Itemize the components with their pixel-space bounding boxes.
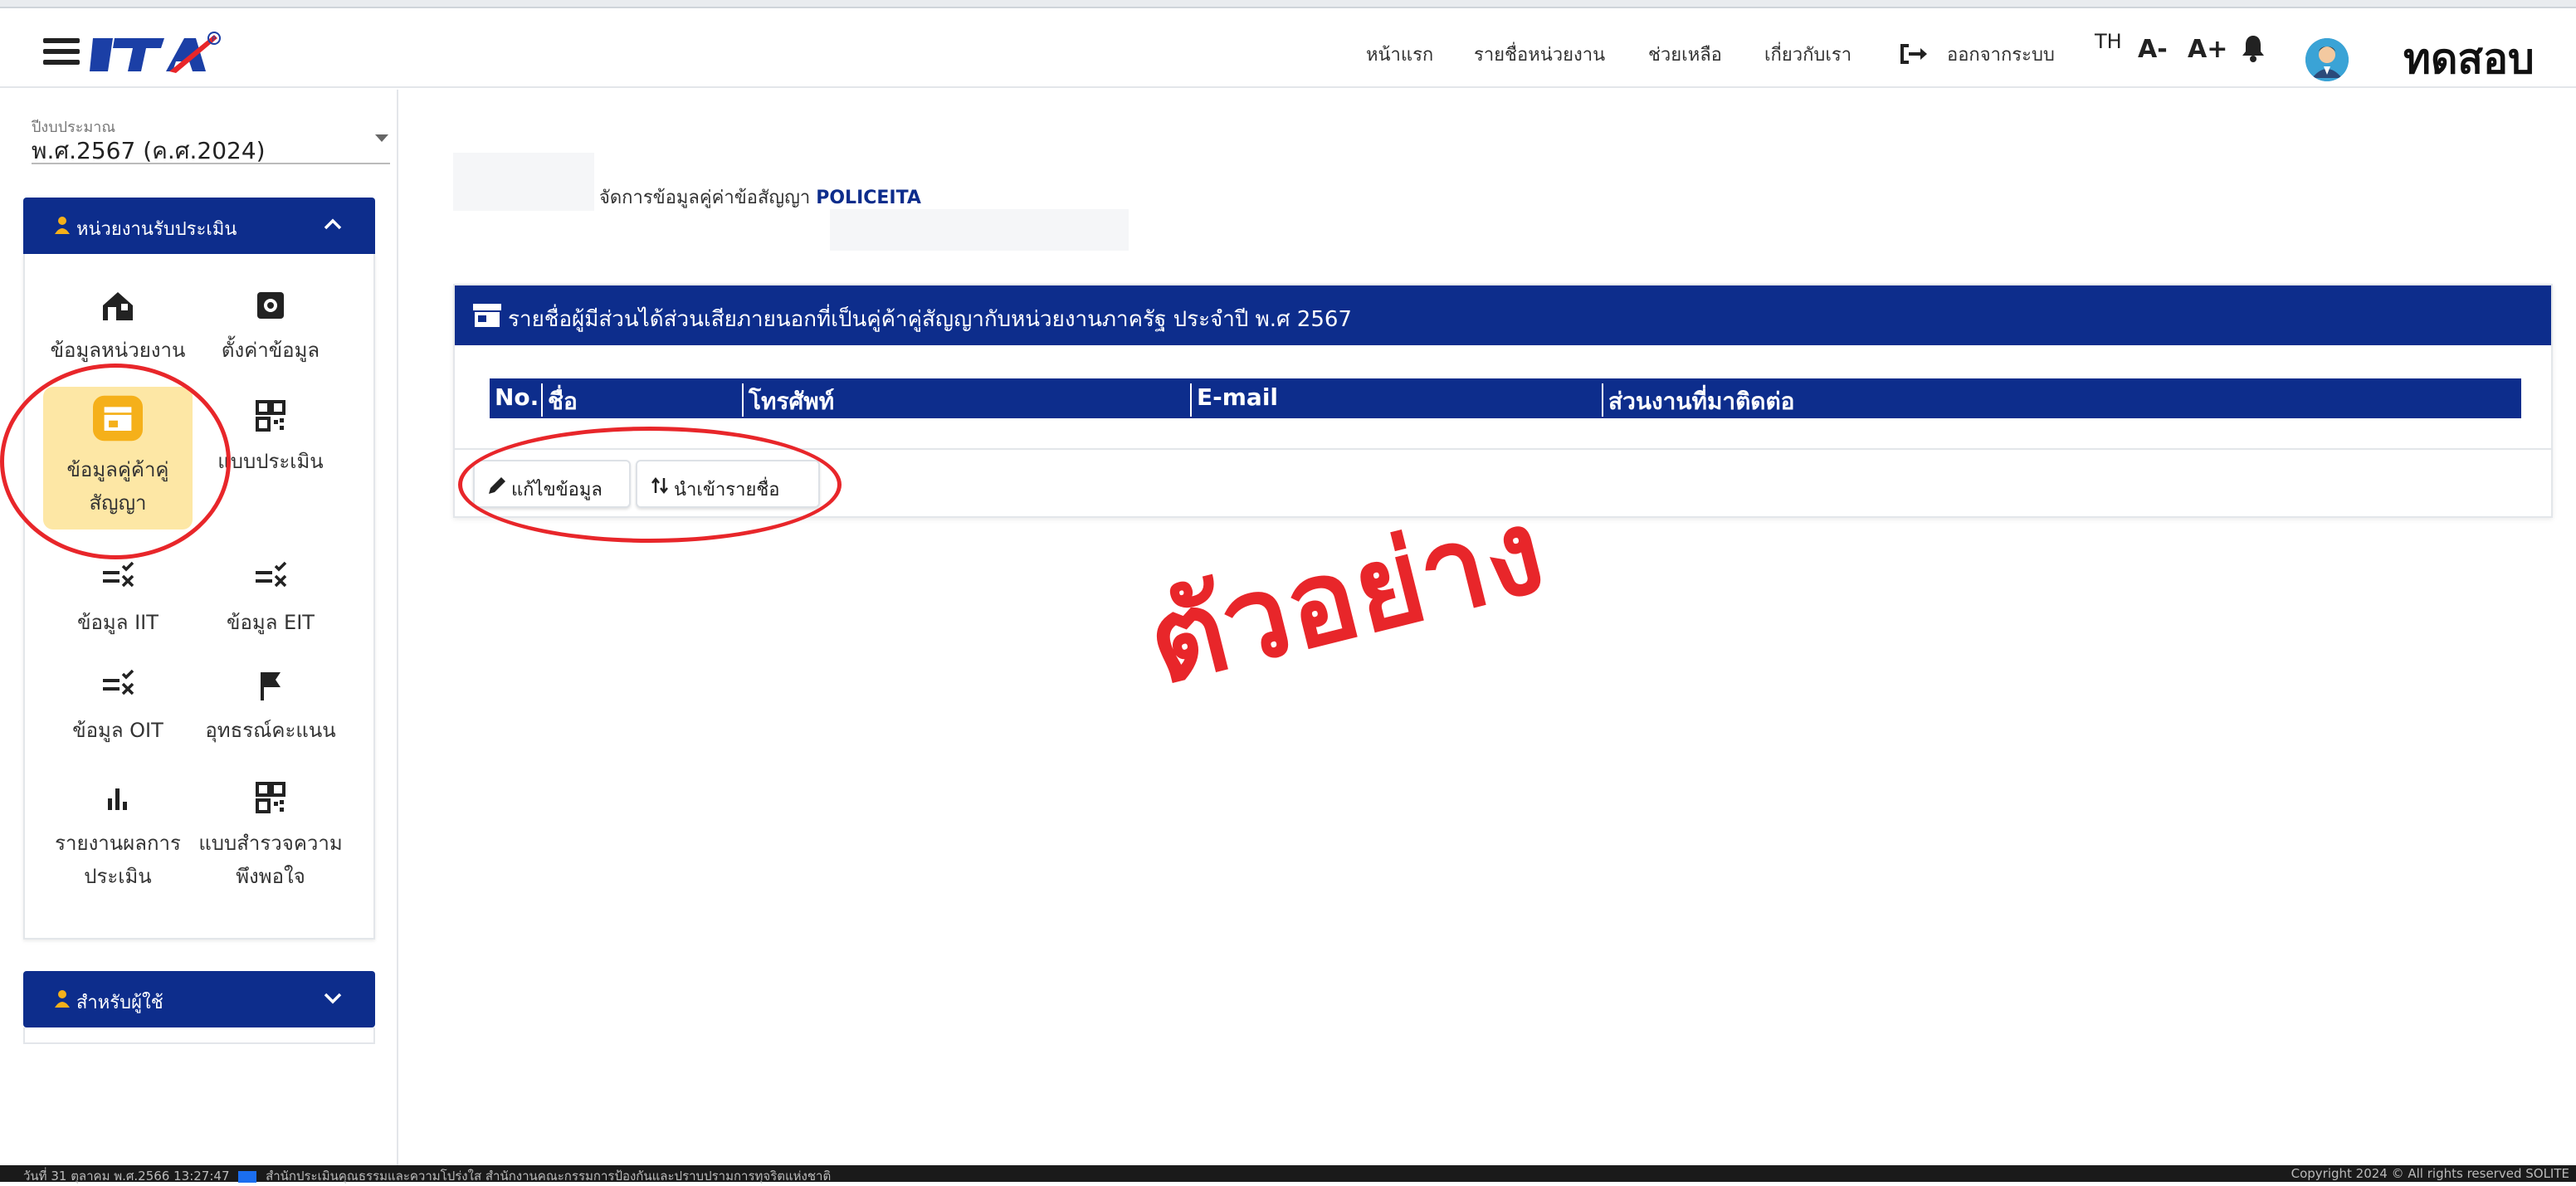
- app-header: P หน้าแรก รายชื่อหน่วยงาน ช่วยเหลือ เกี่…: [0, 8, 2576, 88]
- tile-satisfaction-survey[interactable]: แบบสำรวจความ พึงพอใจ: [196, 782, 345, 893]
- column-phone[interactable]: โทรศัพท์: [742, 383, 834, 417]
- breadcrumb-org[interactable]: POLICEITA: [816, 188, 921, 208]
- panel-assessed-agency-title: หน่วยงานรับประเมิน: [76, 219, 237, 240]
- qr-icon: [256, 400, 285, 432]
- tile-iit-data[interactable]: ข้อมูล IIT: [43, 561, 193, 639]
- nav-home[interactable]: หน้าแรก: [1366, 40, 1433, 69]
- font-increase-button[interactable]: A+: [2188, 35, 2227, 64]
- checklist-icon: [103, 669, 134, 695]
- annotation-circle-buttons: [458, 427, 842, 543]
- column-name[interactable]: ชื่อ: [541, 383, 578, 417]
- annotation-circle-sidebar: [0, 364, 231, 559]
- svg-text:P: P: [212, 36, 217, 44]
- panel-assessed-agency-header[interactable]: หน่วยงานรับประเมิน: [23, 198, 375, 254]
- user-icon: [55, 990, 70, 1008]
- caret-down-icon[interactable]: [375, 134, 388, 142]
- username[interactable]: ทดสอบ: [2403, 27, 2535, 92]
- top-border: [0, 0, 2576, 8]
- footer-copyright: Copyright 2024 © All rights reserved SOL…: [2291, 1166, 2569, 1181]
- language-switch[interactable]: TH: [2095, 30, 2122, 53]
- year-select-underline: [32, 163, 390, 164]
- breadcrumb-backdrop-2: [830, 209, 1129, 251]
- menu-icon[interactable]: [43, 38, 80, 65]
- home-icon: [103, 292, 133, 320]
- panel-user-title: สำหรับผู้ใช้: [76, 993, 163, 1013]
- checklist-icon: [103, 561, 134, 588]
- panel-user-body: [23, 1027, 375, 1044]
- chevron-down-icon[interactable]: [324, 991, 342, 1004]
- footer-left: วันที่ 31 ตุลาคม พ.ศ.2566 13:27:47 สำนัก…: [23, 1169, 832, 1184]
- card-title: รายชื่อผู้มีส่วนได้ส่วนเสียภายนอกที่เป็น…: [508, 307, 1352, 332]
- ita-logo[interactable]: P: [90, 30, 222, 76]
- card-header: รายชื่อผู้มีส่วนได้ส่วนเสียภายนอกที่เป็น…: [455, 286, 2551, 345]
- column-no[interactable]: No.: [490, 383, 539, 417]
- breadcrumb-prefix: จัดการข้อมูลคู่ค่าข้อสัญญา: [599, 188, 811, 208]
- panel-user-header[interactable]: สำหรับผู้ใช้: [23, 971, 375, 1027]
- tile-score-appeal[interactable]: อุทธรณ์คะแนน: [196, 669, 345, 747]
- breadcrumb: จัดการข้อมูลคู่ค่าข้อสัญญา POLICEITA: [599, 183, 921, 212]
- font-decrease-button[interactable]: A-: [2138, 35, 2168, 64]
- footer: วันที่ 31 ตุลาคม พ.ศ.2566 13:27:47 สำนัก…: [0, 1165, 2576, 1184]
- column-email[interactable]: E-mail: [1190, 383, 1278, 417]
- bar-chart-icon: [108, 788, 127, 810]
- tile-oit-data[interactable]: ข้อมูล OIT: [43, 669, 193, 747]
- bell-icon[interactable]: [2241, 33, 2266, 63]
- nav-agency-list[interactable]: รายชื่อหน่วยงาน: [1474, 40, 1605, 69]
- tile-settings[interactable]: ตั้งค่าข้อมูล: [196, 289, 345, 367]
- flag-icon: [261, 672, 281, 700]
- settings-icon: [257, 292, 284, 319]
- nav-logout[interactable]: ออกจากระบบ: [1947, 40, 2055, 69]
- nav-help[interactable]: ช่วยเหลือ: [1648, 40, 1722, 69]
- store-icon: [473, 304, 501, 327]
- tile-eit-data[interactable]: ข้อมูล EIT: [196, 561, 345, 639]
- tile-assessment-report[interactable]: รายงานผลการ ประเมิน: [43, 782, 193, 893]
- calendar-icon: [238, 1170, 257, 1183]
- chevron-up-icon[interactable]: [324, 217, 342, 231]
- checklist-icon: [256, 561, 287, 588]
- avatar[interactable]: [2305, 38, 2349, 81]
- logout-icon[interactable]: [1897, 41, 1929, 66]
- avatar-icon: [2305, 38, 2349, 81]
- user-icon: [55, 217, 70, 234]
- tile-agency-info[interactable]: ข้อมูลหน่วยงาน: [43, 289, 193, 367]
- qr-icon: [256, 782, 285, 813]
- breadcrumb-backdrop: [453, 153, 594, 211]
- table-header: No. ชื่อ โทรศัพท์ E-mail ส่วนงานที่มาติด…: [490, 378, 2521, 418]
- nav-about[interactable]: เกี่ยวกับเรา: [1764, 40, 1852, 69]
- column-contact-division[interactable]: ส่วนงานที่มาติดต่อ: [1602, 383, 1795, 417]
